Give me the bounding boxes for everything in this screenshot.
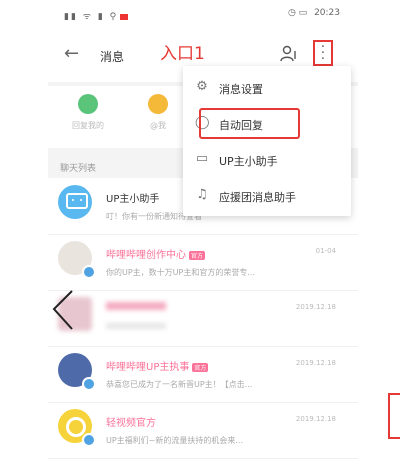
chat-time: 2019.12.18 xyxy=(295,415,336,423)
annotation-edge-mark xyxy=(388,393,400,439)
auto-reply-highlight xyxy=(199,108,300,139)
blurred-message xyxy=(106,323,166,329)
entry-annotation: 入口1 xyxy=(160,44,205,64)
quick-action-label: @我 xyxy=(150,121,166,130)
status-right: ◷ ▭ 20:23 xyxy=(288,8,340,18)
chat-message: 恭喜您已成为了一名新晋UP主！【点击... xyxy=(106,380,253,389)
at-icon xyxy=(148,94,168,114)
chat-time: 2019.12.18 xyxy=(295,303,336,311)
menu-item-support-group-assistant[interactable]: ♫ 应援团消息助手 xyxy=(183,178,351,214)
dropdown-menu: ⚙ 消息设置 ◯ 自动回复 ▭ UP主小助手 ♫ 应援团消息助手 xyxy=(183,66,351,216)
gear-icon: ⚙ xyxy=(196,79,208,94)
official-tag: 官方 xyxy=(192,362,209,372)
page-title: 消息 xyxy=(100,50,125,64)
quick-action-label: 回复我的 xyxy=(72,121,104,130)
chat-name: UP主小助手 xyxy=(106,194,160,205)
chat-time: 2019.12.18 xyxy=(295,359,336,367)
chat-message: 你的UP主，数十万UP主和官方的荣誉专... xyxy=(106,268,255,277)
more-dots-icon: · · · xyxy=(320,40,326,67)
chat-row[interactable]: 哔哩哔哩UP主执事 官方 恭喜您已成为了一名新晋UP主！【点击... 2019.1… xyxy=(48,346,358,403)
tv-icon xyxy=(66,193,88,209)
status-bar: ▮▮ ᯤ ▮ ⚲ ◷ ▭ 20:23 xyxy=(48,0,358,26)
chat-name: 轻视频官方 xyxy=(106,418,156,429)
bell-icon: ♫ xyxy=(196,187,208,202)
chat-name-text: 哔哩哔哩UP主执事 xyxy=(106,362,190,373)
back-arrow-icon[interactable]: ← xyxy=(64,43,79,64)
official-tag: 官方 xyxy=(189,250,206,260)
chat-time: 01-04 xyxy=(315,247,336,255)
menu-item-label: 应援团消息助手 xyxy=(219,191,296,204)
chat-name-text: 哔哩哔哩创作中心 xyxy=(106,250,186,261)
more-menu-button[interactable]: · · · xyxy=(313,40,333,66)
menu-item-label: 消息设置 xyxy=(219,83,263,96)
blurred-name xyxy=(106,302,166,310)
chat-row[interactable]: 哔哩哔哩创作中心 官方 你的UP主，数十万UP主和官方的荣誉专... 01-04 xyxy=(48,234,358,291)
alarm-icon: ◷ xyxy=(287,8,296,18)
menu-item-message-settings[interactable]: ⚙ 消息设置 xyxy=(183,70,351,106)
quick-action-replies[interactable]: 回复我的 xyxy=(58,94,118,131)
chat-list: UP主小助手 叮！你有一份新通知待查看 哔哩哔哩创作中心 官方 你的UP主，数十万… xyxy=(48,178,358,470)
ring-icon xyxy=(66,417,86,437)
signal-icon: ▮▮ ᯤ ▮ ⚲ xyxy=(64,9,129,22)
chat-row[interactable]: 2019.12.18 xyxy=(48,290,358,347)
annotation-arrow-icon xyxy=(52,290,73,330)
battery-icon: ▭ xyxy=(298,8,308,18)
chat-message: UP主福利们~新的流量扶持的机会来... xyxy=(106,436,244,445)
contacts-icon[interactable] xyxy=(280,45,298,63)
list-header-label: 聊天列表 xyxy=(60,164,97,174)
avatar xyxy=(58,185,92,219)
menu-item-up-assistant[interactable]: ▭ UP主小助手 xyxy=(183,142,351,178)
up-badge-icon xyxy=(82,377,96,391)
status-time: 20:23 xyxy=(314,8,340,18)
up-badge-icon xyxy=(82,265,96,279)
chat-name: 哔哩哔哩创作中心 官方 xyxy=(106,246,206,261)
menu-item-label: UP主小助手 xyxy=(219,155,278,168)
chat-row[interactable]: 轻视频官方 UP主福利们~新的流量扶持的机会来... 2019.12.18 xyxy=(48,402,358,459)
tv-icon: ▭ xyxy=(195,151,209,166)
chat-name: 哔哩哔哩UP主执事 官方 xyxy=(106,358,209,373)
up-badge-icon xyxy=(82,433,96,447)
reply-icon xyxy=(78,94,98,114)
quick-action-mentions[interactable]: @我 xyxy=(128,94,188,131)
